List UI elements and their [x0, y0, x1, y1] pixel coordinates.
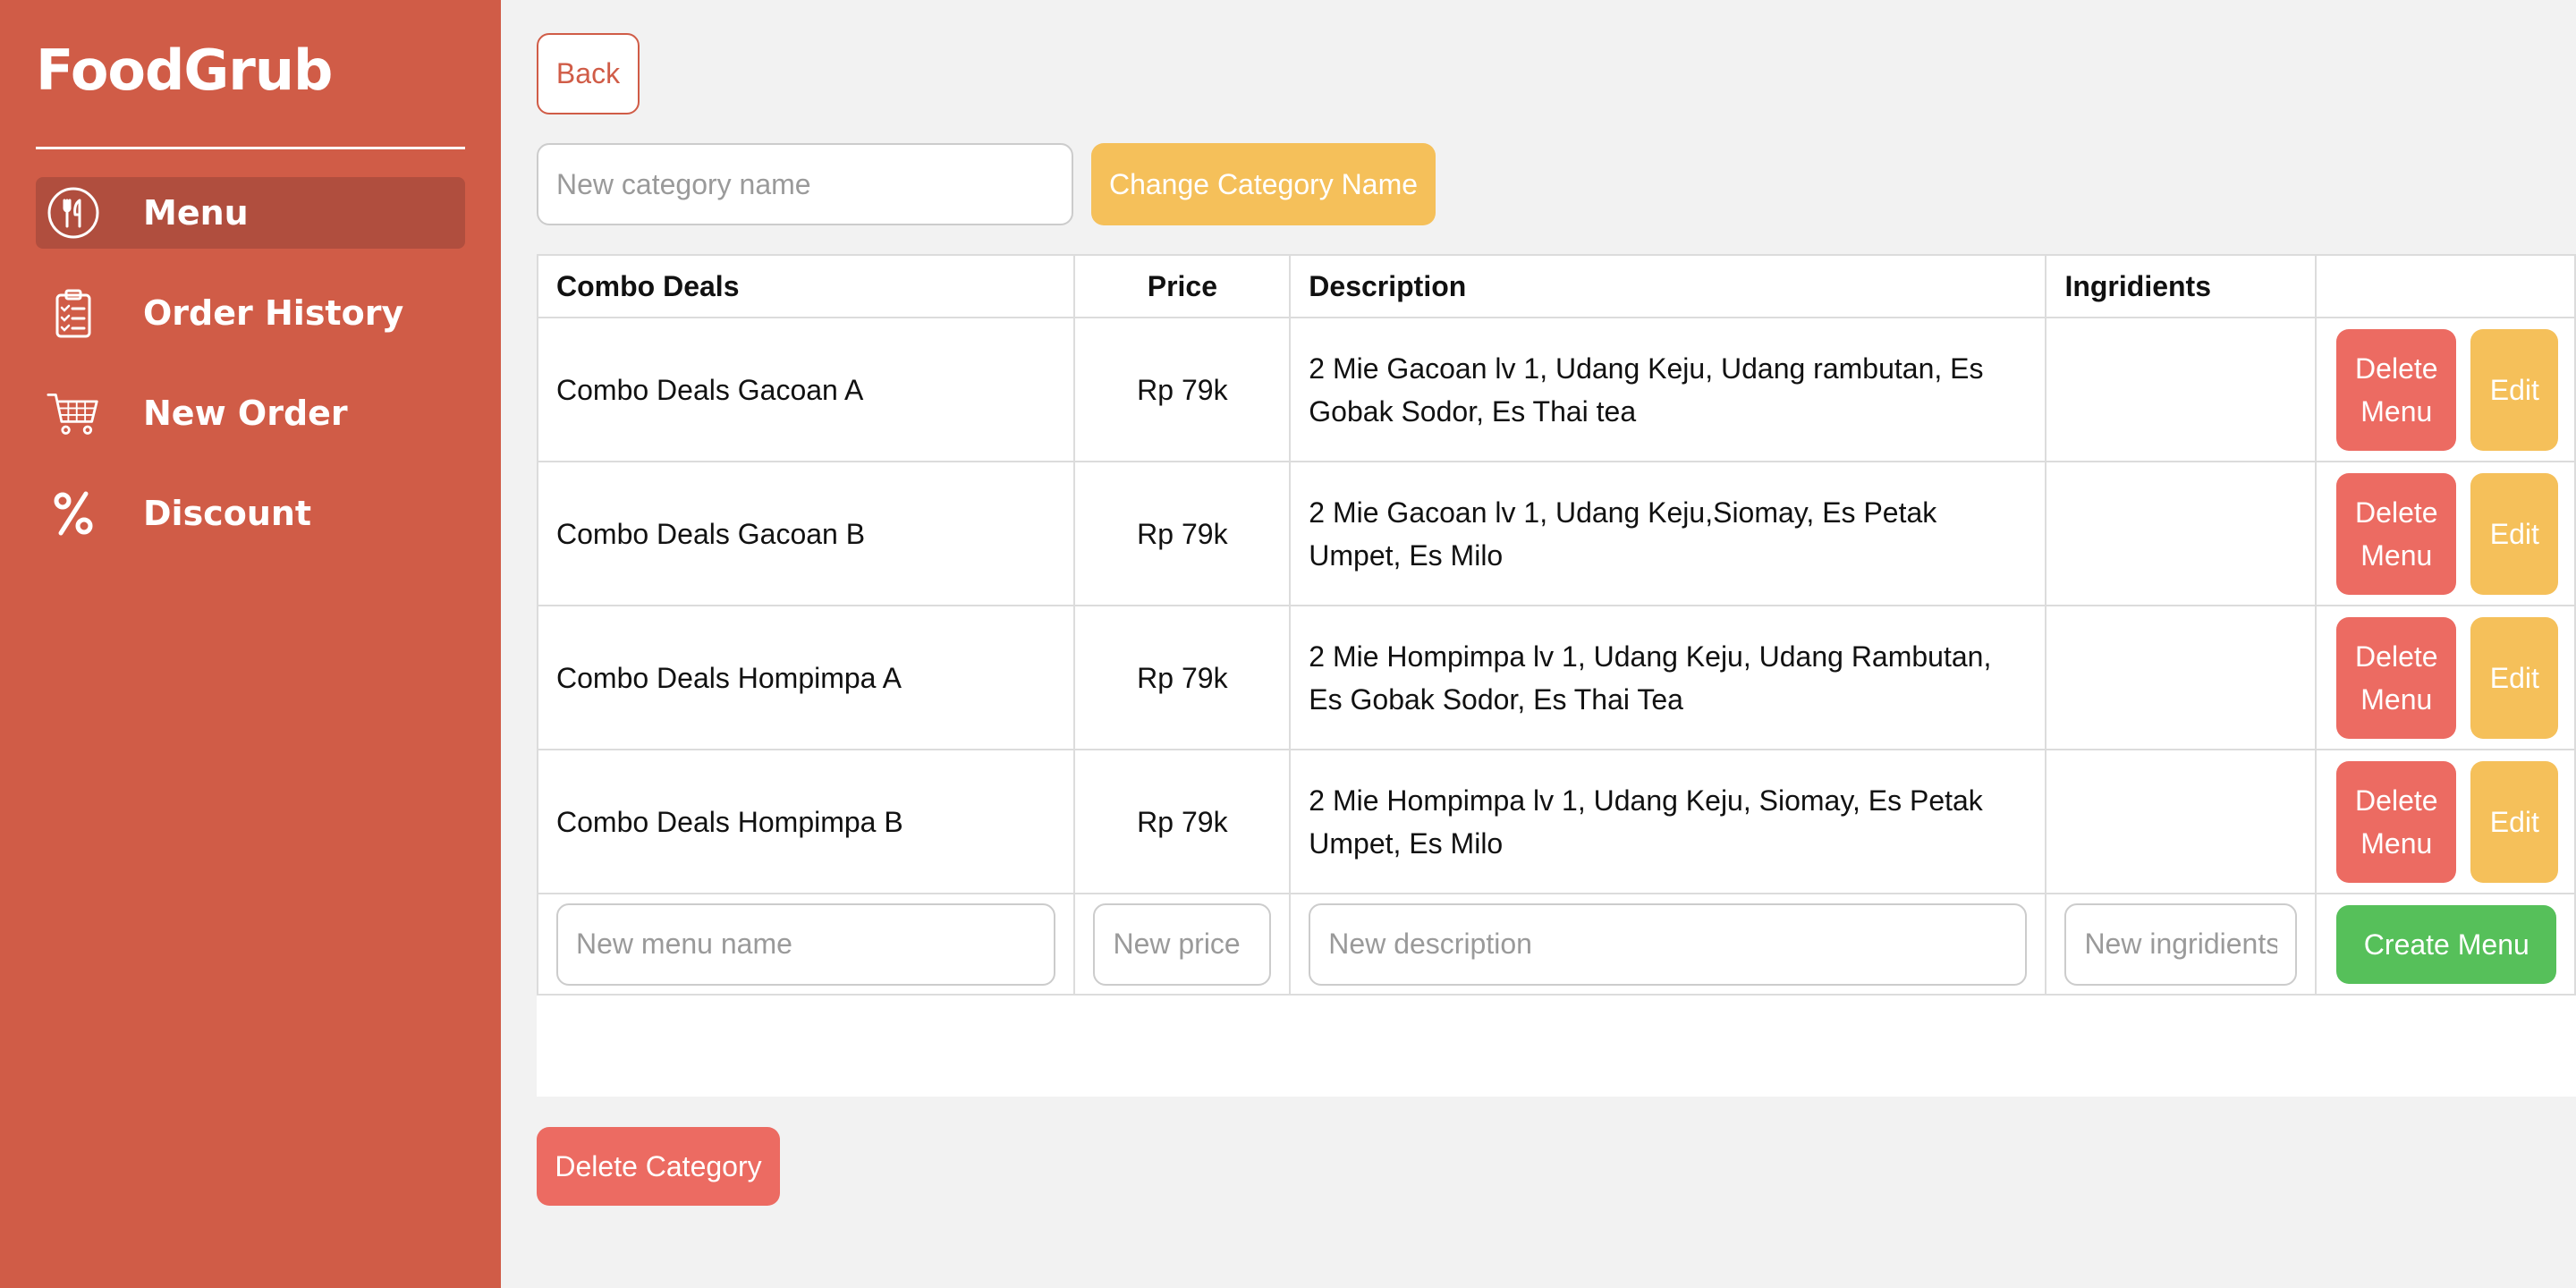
table-row: Combo Deals Hompimpa A Rp 79k 2 Mie Homp… [536, 605, 2576, 750]
table-row: Combo Deals Gacoan A Rp 79k 2 Mie Gacoan… [536, 317, 2576, 462]
edit-menu-button[interactable]: Edit [2470, 473, 2559, 595]
column-header-name: Combo Deals [536, 254, 1076, 318]
edit-menu-button[interactable]: Edit [2470, 617, 2559, 739]
column-header-ingredients: Ingridients [2045, 254, 2318, 318]
table-row: Combo Deals Gacoan B Rp 79k 2 Mie Gacoan… [536, 461, 2576, 606]
new-menu-row: Create Menu [536, 893, 2576, 996]
delete-menu-button[interactable]: Delete Menu [2336, 617, 2457, 739]
menu-actions-cell: Delete Menu Edit [2315, 605, 2576, 750]
menu-table: Combo Deals Price Description Ingridient… [536, 254, 2576, 996]
column-header-price: Price [1073, 254, 1292, 318]
new-description-cell [1289, 893, 2047, 996]
edit-menu-button[interactable]: Edit [2470, 761, 2559, 883]
table-header-row: Combo Deals Price Description Ingridient… [536, 254, 2576, 318]
change-category-name-button[interactable]: Change Category Name [1091, 143, 1436, 225]
back-button[interactable]: Back [537, 33, 640, 114]
sidebar-item-new-order[interactable]: New Order [36, 377, 465, 449]
sidebar-item-order-history[interactable]: Order History [36, 277, 465, 349]
delete-category-button[interactable]: Delete Category [537, 1127, 780, 1206]
new-menu-name-input[interactable] [556, 902, 1056, 986]
new-ingredients-cell [2045, 893, 2318, 996]
menu-ingredients-cell [2045, 317, 2318, 462]
create-menu-button[interactable]: Create Menu [2336, 905, 2557, 984]
sidebar-item-discount[interactable]: Discount [36, 478, 465, 549]
menu-price-cell: Rp 79k [1073, 317, 1292, 462]
utensils-icon [47, 186, 100, 240]
sidebar-item-label: New Order [143, 394, 348, 433]
create-menu-cell: Create Menu [2315, 893, 2576, 996]
menu-description-cell: 2 Mie Hompimpa lv 1, Udang Keju, Siomay,… [1289, 749, 2047, 894]
new-ingredients-input[interactable] [2064, 902, 2298, 986]
menu-price-cell: Rp 79k [1073, 605, 1292, 750]
menu-name-cell: Combo Deals Gacoan B [536, 461, 1076, 606]
menu-price-cell: Rp 79k [1073, 749, 1292, 894]
brand-logo: FoodGrub [36, 38, 333, 103]
edit-menu-button[interactable]: Edit [2470, 329, 2559, 451]
sidebar: FoodGrub Menu Order History New Order Di… [0, 0, 501, 1288]
menu-ingredients-cell [2045, 461, 2318, 606]
cart-icon [47, 386, 100, 440]
column-header-description: Description [1289, 254, 2047, 318]
new-description-input[interactable] [1309, 902, 2028, 986]
new-price-cell [1073, 893, 1292, 996]
menu-ingredients-cell [2045, 605, 2318, 750]
menu-actions-cell: Delete Menu Edit [2315, 749, 2576, 894]
sidebar-divider [36, 147, 465, 149]
menu-name-cell: Combo Deals Gacoan A [536, 317, 1076, 462]
menu-name-cell: Combo Deals Hompimpa B [536, 749, 1076, 894]
menu-ingredients-cell [2045, 749, 2318, 894]
menu-description-cell: 2 Mie Gacoan lv 1, Udang Keju,Siomay, Es… [1289, 461, 2047, 606]
sidebar-item-label: Order History [143, 293, 404, 333]
menu-description-cell: 2 Mie Hompimpa lv 1, Udang Keju, Udang R… [1289, 605, 2047, 750]
delete-menu-button[interactable]: Delete Menu [2336, 473, 2457, 595]
sidebar-item-label: Menu [143, 193, 249, 233]
menu-actions-cell: Delete Menu Edit [2315, 461, 2576, 606]
delete-menu-button[interactable]: Delete Menu [2336, 329, 2457, 451]
menu-actions-cell: Delete Menu Edit [2315, 317, 2576, 462]
new-price-input[interactable] [1093, 902, 1272, 986]
sidebar-item-label: Discount [143, 494, 312, 533]
column-header-actions [2315, 254, 2576, 318]
percent-icon [47, 487, 100, 540]
clipboard-list-icon [47, 286, 100, 340]
category-name-input[interactable] [537, 143, 1073, 225]
delete-menu-button[interactable]: Delete Menu [2336, 761, 2457, 883]
menu-price-cell: Rp 79k [1073, 461, 1292, 606]
menu-name-cell: Combo Deals Hompimpa A [536, 605, 1076, 750]
table-row: Combo Deals Hompimpa B Rp 79k 2 Mie Homp… [536, 749, 2576, 894]
menu-description-cell: 2 Mie Gacoan lv 1, Udang Keju, Udang ram… [1289, 317, 2047, 462]
new-menu-name-cell [536, 893, 1076, 996]
sidebar-item-menu[interactable]: Menu [36, 177, 465, 249]
